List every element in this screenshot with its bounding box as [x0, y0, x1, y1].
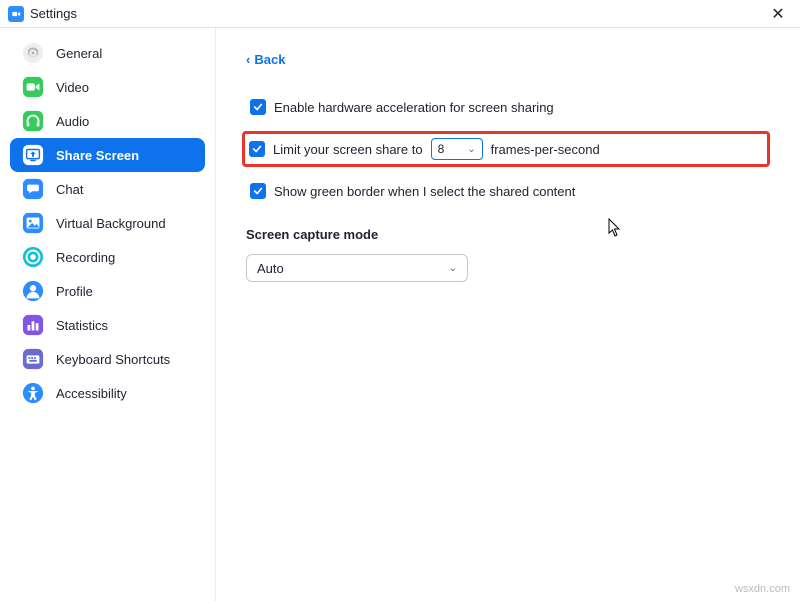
sidebar-item-label: Chat	[56, 182, 83, 197]
sidebar-item-accessibility[interactable]: Accessibility	[10, 376, 205, 410]
fps-select[interactable]: 8 ⌄	[431, 138, 483, 160]
sidebar: General Video Audio Share Screen Chat	[0, 28, 216, 601]
option-label: Show green border when I select the shar…	[274, 184, 575, 199]
sidebar-item-label: General	[56, 46, 102, 61]
sidebar-item-video[interactable]: Video	[10, 70, 205, 104]
capture-mode-select[interactable]: Auto ⌄	[246, 254, 468, 282]
sidebar-item-label: Share Screen	[56, 148, 139, 163]
option-label-suffix: frames-per-second	[491, 142, 600, 157]
checkbox-checked-icon	[249, 141, 265, 157]
sidebar-item-statistics[interactable]: Statistics	[10, 308, 205, 342]
option-label-prefix: Limit your screen share to	[273, 142, 423, 157]
checkbox-checked-icon	[250, 183, 266, 199]
share-screen-icon	[22, 144, 44, 166]
chat-icon	[22, 178, 44, 200]
close-icon: ✕	[771, 4, 784, 24]
sidebar-item-label: Profile	[56, 284, 93, 299]
sidebar-item-share-screen[interactable]: Share Screen	[10, 138, 205, 172]
video-icon	[22, 76, 44, 98]
sidebar-item-label: Virtual Background	[56, 216, 166, 231]
sidebar-item-label: Statistics	[56, 318, 108, 333]
sidebar-item-chat[interactable]: Chat	[10, 172, 205, 206]
person-icon	[22, 280, 44, 302]
watermark: wsxdn.com	[735, 583, 790, 595]
option-green-border[interactable]: Show green border when I select the shar…	[246, 181, 770, 201]
chevron-down-icon: ⌄	[449, 263, 457, 274]
sidebar-item-label: Recording	[56, 250, 115, 265]
back-button[interactable]: ‹ Back	[246, 52, 285, 67]
app-icon	[8, 6, 24, 22]
keyboard-icon	[22, 348, 44, 370]
section-title: Screen capture mode	[246, 227, 770, 242]
sidebar-item-profile[interactable]: Profile	[10, 274, 205, 308]
capture-mode-value: Auto	[257, 261, 284, 276]
chevron-down-icon: ⌄	[467, 144, 475, 155]
sidebar-item-audio[interactable]: Audio	[10, 104, 205, 138]
image-icon	[22, 212, 44, 234]
sidebar-item-virtual-background[interactable]: Virtual Background	[10, 206, 205, 240]
fps-value: 8	[438, 142, 445, 156]
option-limit-fps[interactable]: Limit your screen share to 8 ⌄ frames-pe…	[242, 131, 770, 167]
sidebar-item-label: Audio	[56, 114, 89, 129]
checkbox-checked-icon	[250, 99, 266, 115]
content-panel: ‹ Back Enable hardware acceleration for …	[216, 28, 800, 601]
option-label: Enable hardware acceleration for screen …	[274, 100, 554, 115]
titlebar-left: Settings	[8, 6, 77, 22]
chart-icon	[22, 314, 44, 336]
sidebar-item-label: Accessibility	[56, 386, 127, 401]
gear-icon	[22, 42, 44, 64]
sidebar-item-label: Video	[56, 80, 89, 95]
headphones-icon	[22, 110, 44, 132]
options-group: Enable hardware acceleration for screen …	[246, 97, 770, 201]
sidebar-item-recording[interactable]: Recording	[10, 240, 205, 274]
chevron-left-icon: ‹	[246, 52, 250, 67]
option-hw-accel[interactable]: Enable hardware acceleration for screen …	[246, 97, 770, 117]
sidebar-item-keyboard-shortcuts[interactable]: Keyboard Shortcuts	[10, 342, 205, 376]
sidebar-item-general[interactable]: General	[10, 36, 205, 70]
back-label: Back	[254, 52, 285, 67]
accessibility-icon	[22, 382, 44, 404]
record-icon	[22, 246, 44, 268]
window-title: Settings	[30, 6, 77, 21]
sidebar-item-label: Keyboard Shortcuts	[56, 352, 170, 367]
titlebar: Settings ✕	[0, 0, 800, 28]
close-button[interactable]: ✕	[764, 0, 792, 28]
